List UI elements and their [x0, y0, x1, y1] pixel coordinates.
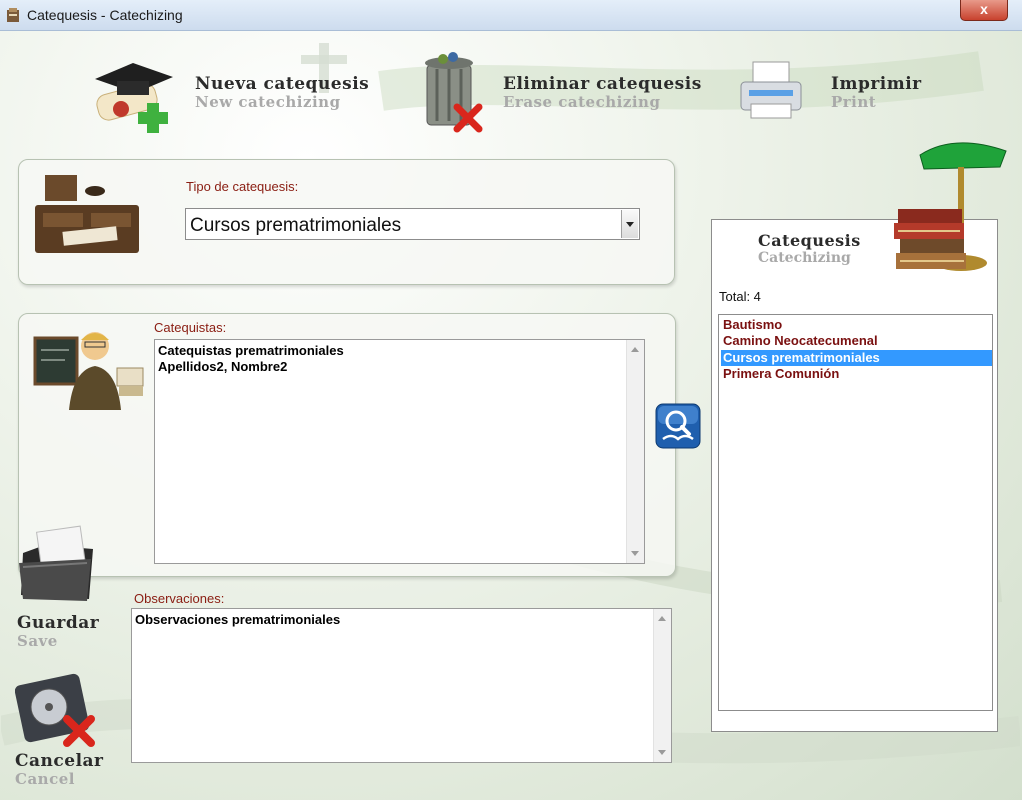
- list-item[interactable]: Camino Neocatecumenal: [721, 333, 992, 349]
- catechizing-type-value: Cursos prematrimoniales: [190, 215, 402, 236]
- erase-catechizing-button[interactable]: Eliminar catequesis Erase catechizing: [419, 51, 702, 136]
- catechists-line: Apellidos2, Nombre2: [158, 359, 288, 374]
- observations-line: Observaciones prematrimoniales: [135, 612, 341, 627]
- scroll-up-icon[interactable]: [631, 347, 639, 352]
- erase-catechizing-title: Eliminar catequesis: [503, 74, 702, 94]
- new-catechizing-title: Nueva catequesis: [195, 74, 370, 94]
- catechists-label: Catequistas:: [154, 320, 227, 335]
- observations-label: Observaciones:: [134, 591, 225, 606]
- catechists-scrollbar[interactable]: [626, 340, 644, 563]
- teacher-blackboard-icon: [33, 332, 144, 410]
- search-catechists-button[interactable]: [655, 403, 701, 449]
- app-icon: [7, 8, 19, 22]
- list-item[interactable]: Bautismo: [721, 317, 992, 333]
- client-area: Nueva catequesis New catechizing Elimina…: [1, 31, 1020, 798]
- save-button[interactable]: Guardar Save: [13, 523, 108, 653]
- print-title: Imprimir: [831, 74, 922, 94]
- observations-scrollbar[interactable]: [653, 609, 671, 762]
- banker-lamp-books-icon: [894, 142, 1007, 271]
- observations-textarea[interactable]: Observaciones prematrimoniales: [131, 608, 672, 763]
- search-book-icon: [655, 403, 701, 449]
- cancel-subtitle: Cancel: [15, 770, 75, 788]
- scroll-up-icon[interactable]: [658, 616, 666, 621]
- catechists-textarea[interactable]: Catequistas prematrimoniales Apellidos2,…: [154, 339, 645, 564]
- catechizing-type-label: Tipo de catequesis:: [186, 179, 299, 194]
- print-subtitle: Print: [831, 93, 877, 111]
- printer-icon: [740, 61, 802, 119]
- scroll-down-icon[interactable]: [658, 750, 666, 755]
- scroll-down-icon[interactable]: [631, 551, 639, 556]
- chevron-down-icon[interactable]: [621, 210, 638, 238]
- catechizing-listbox[interactable]: Bautismo Camino Neocatecumenal Cursos pr…: [718, 314, 993, 711]
- harddisk-cancel-icon: [15, 673, 95, 747]
- title-bar: Catequesis - Catechizing x: [0, 0, 1022, 31]
- cancel-title: Cancelar: [15, 751, 104, 771]
- catechists-line: Catequistas prematrimoniales: [158, 343, 344, 358]
- list-item-selected[interactable]: Cursos prematrimoniales: [721, 350, 992, 366]
- folder-save-icon: [19, 525, 93, 601]
- window-title: Catequesis - Catechizing: [27, 7, 183, 23]
- cancel-button[interactable]: Cancelar Cancel: [13, 673, 113, 793]
- new-catechizing-subtitle: New catechizing: [195, 93, 341, 111]
- desk-icon: [35, 175, 139, 253]
- close-button[interactable]: x: [960, 0, 1008, 21]
- trash-can-delete-icon: [425, 52, 483, 133]
- app-window: Catequesis - Catechizing x Nueva cateque…: [0, 0, 1022, 800]
- list-panel-subtitle: Catechizing: [758, 250, 851, 266]
- graduation-cap-diploma-add-icon: [95, 63, 173, 133]
- catechizing-type-select[interactable]: Cursos prematrimoniales: [185, 208, 640, 240]
- list-panel-title: Catequesis: [758, 231, 861, 250]
- save-title: Guardar: [17, 613, 100, 633]
- erase-catechizing-subtitle: Erase catechizing: [503, 93, 661, 111]
- save-subtitle: Save: [17, 632, 58, 650]
- list-item[interactable]: Primera Comunión: [721, 366, 992, 382]
- print-button[interactable]: Imprimir Print: [737, 56, 937, 131]
- list-total: Total: 4: [719, 289, 761, 304]
- new-catechizing-button[interactable]: Nueva catequesis New catechizing: [89, 51, 369, 136]
